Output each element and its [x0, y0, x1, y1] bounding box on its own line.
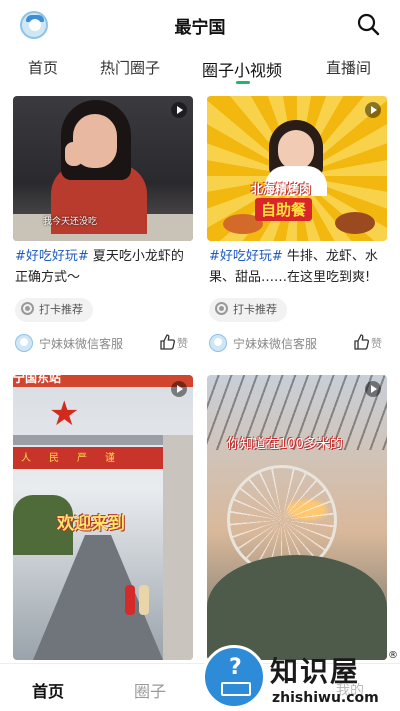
- search-icon[interactable]: [356, 12, 380, 36]
- thumb-pillar: [163, 435, 193, 660]
- nav-home[interactable]: 首页: [32, 678, 64, 702]
- like-label: 赞: [371, 337, 382, 350]
- tab-hot-circles[interactable]: 热门圈子: [100, 57, 160, 78]
- tab-live[interactable]: 直播间: [326, 57, 371, 78]
- nav-circles[interactable]: 圈子: [134, 678, 166, 702]
- location-pin-icon: [215, 302, 228, 315]
- play-icon[interactable]: [365, 102, 381, 118]
- registered-mark: ®: [388, 650, 398, 661]
- red-star-icon: ★: [49, 394, 80, 434]
- author-row: 宁妹妹微信客服 赞: [13, 334, 193, 354]
- tab-bar: 首页 热门圈子 圈子小视频 直播间: [0, 52, 400, 86]
- like-label: 赞: [177, 337, 188, 350]
- thumb-person: [125, 585, 135, 615]
- author-name[interactable]: 宁妹妹微信客服: [39, 335, 123, 352]
- thumb-food: [335, 212, 375, 234]
- author-avatar[interactable]: [15, 334, 33, 352]
- monitor-icon: [221, 682, 251, 696]
- gate-text: 宁国东站: [13, 375, 62, 385]
- active-tab-indicator: [236, 81, 250, 84]
- tab-circle-videos[interactable]: 圈子小视频: [202, 57, 282, 81]
- video-thumbnail[interactable]: 宁国东站 ★ 人民严谨 欢迎来到: [13, 375, 193, 660]
- question-mark-icon: ?: [229, 655, 242, 680]
- checkin-badge[interactable]: 打卡推荐: [15, 298, 93, 322]
- location-pin-icon: [21, 302, 34, 315]
- play-icon[interactable]: [365, 381, 381, 397]
- sign-text: 人民严谨: [21, 453, 133, 464]
- checkin-label: 打卡推荐: [39, 303, 83, 316]
- video-overlay-caption: 你知道在100多米的: [227, 437, 343, 452]
- checkin-label: 打卡推荐: [233, 303, 277, 316]
- watermark: 知识屋 ® 我的 zhishiwu.com: [270, 650, 400, 710]
- author-avatar[interactable]: [209, 334, 227, 352]
- thumbs-up-icon[interactable]: [353, 334, 369, 350]
- video-caption[interactable]: #好吃好玩# 夏天吃小龙虾的正确方式～: [15, 246, 193, 288]
- video-thumbnail[interactable]: 我今天还没吃: [13, 96, 193, 241]
- play-icon[interactable]: [171, 102, 187, 118]
- video-headline: 自助餐: [255, 198, 313, 221]
- thumb-face: [278, 130, 314, 170]
- welcome-text: 欢迎来到: [57, 514, 125, 534]
- page-title: 最宁国: [174, 18, 226, 38]
- author-row: 宁妹妹微信客服 赞: [207, 334, 387, 354]
- topic-tag[interactable]: #好吃好玩#: [209, 249, 283, 264]
- video-subtitle: 我今天还没吃: [43, 217, 98, 227]
- video-thumbnail[interactable]: 你知道在100多米的: [207, 375, 387, 660]
- video-caption[interactable]: #好吃好玩# 牛排、龙虾、水果、甜品……在这里吃到爽!: [209, 246, 387, 288]
- play-icon[interactable]: [171, 381, 187, 397]
- thumb-hand: [65, 142, 83, 166]
- thumbs-up-icon[interactable]: [159, 334, 175, 350]
- watermark-url: zhishiwu.com: [272, 690, 379, 706]
- video-thumbnail[interactable]: 北海精烤肉 自助餐: [207, 96, 387, 241]
- tab-home[interactable]: 首页: [28, 57, 58, 78]
- thumb-person: [139, 585, 149, 615]
- help-icon[interactable]: ?: [202, 645, 266, 709]
- topic-tag[interactable]: #好吃好玩#: [15, 249, 89, 264]
- top-bar: 最宁国: [0, 0, 400, 50]
- checkin-badge[interactable]: 打卡推荐: [209, 298, 287, 322]
- video-banner: 北海精烤肉: [251, 182, 312, 196]
- author-name[interactable]: 宁妹妹微信客服: [233, 335, 317, 352]
